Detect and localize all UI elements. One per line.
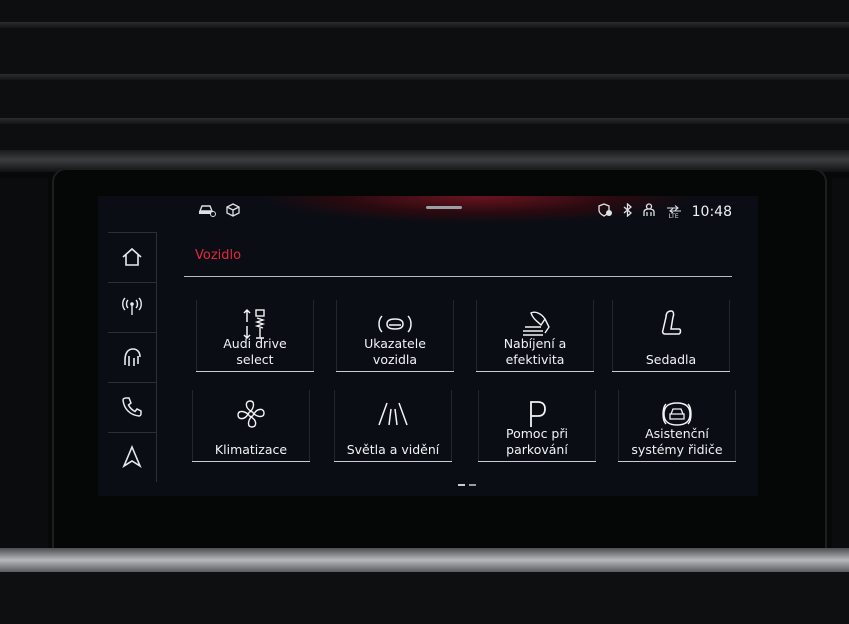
nav-rail bbox=[108, 232, 157, 482]
tile-label-line1: Audi drive bbox=[223, 336, 287, 351]
package-icon[interactable] bbox=[226, 203, 240, 221]
left-panel bbox=[0, 178, 48, 548]
tile-label-line2: select bbox=[236, 352, 274, 367]
shield-icon bbox=[597, 203, 613, 221]
tile-label-line2: Světla a vidění bbox=[346, 442, 440, 457]
assistance-icon bbox=[662, 402, 692, 426]
vent-slat bbox=[0, 74, 849, 80]
header-divider bbox=[184, 276, 732, 277]
infotainment-screen: LTE 10:48 Vozidlo Audi drive select Ukaza… bbox=[98, 196, 758, 496]
tile-label-line2: parkování bbox=[506, 442, 568, 457]
tile-label-line2: efektivita bbox=[505, 352, 565, 367]
clock: 10:48 bbox=[691, 204, 732, 220]
right-panel bbox=[832, 178, 849, 548]
nav-radio[interactable] bbox=[108, 282, 156, 331]
phone-icon bbox=[122, 397, 142, 417]
drawer-handle[interactable] bbox=[426, 206, 462, 209]
tile-label-line1: Pomoc při bbox=[506, 426, 568, 441]
tile-asistencni-systemy-ridice[interactable]: Asistenční systémy řidiče bbox=[618, 390, 736, 462]
section-title: Vozidlo bbox=[195, 248, 242, 263]
tile-audi-drive-select[interactable]: Audi drive select bbox=[196, 300, 314, 372]
car-status-icon[interactable] bbox=[198, 203, 216, 221]
signal-lte-icon: LTE bbox=[666, 204, 682, 220]
lower-console bbox=[0, 572, 849, 624]
vent-slat bbox=[0, 22, 849, 28]
air-vent bbox=[0, 0, 849, 150]
nav-navigation[interactable] bbox=[108, 432, 156, 481]
seat-icon bbox=[661, 310, 682, 335]
lte-label: LTE bbox=[668, 212, 679, 220]
lights-icon bbox=[378, 402, 408, 426]
status-bar: LTE 10:48 bbox=[98, 196, 758, 226]
nav-music[interactable] bbox=[108, 332, 156, 381]
tile-label-line1: Asistenční bbox=[645, 426, 709, 441]
person-icon bbox=[642, 203, 656, 221]
page-dot bbox=[469, 484, 476, 486]
tile-svetla-a-videni[interactable]: Světla a vidění bbox=[334, 390, 452, 462]
nav-home[interactable] bbox=[108, 232, 156, 281]
bluetooth-icon bbox=[623, 202, 632, 221]
parking-icon bbox=[530, 401, 546, 427]
tile-label-line2: Sedadla bbox=[645, 352, 697, 367]
home-icon bbox=[122, 247, 142, 266]
tile-label-line2: systémy řidiče bbox=[631, 442, 723, 457]
nav-phone[interactable] bbox=[108, 382, 156, 431]
chrome-trim bbox=[0, 548, 849, 572]
navigation-icon bbox=[122, 445, 142, 469]
fan-icon bbox=[237, 400, 265, 428]
page-dot-active bbox=[458, 484, 465, 486]
tile-label-line1: Nabíjení a bbox=[503, 336, 567, 351]
tile-nabijeni-a-efektivita[interactable]: Nabíjení a efektivita bbox=[476, 300, 594, 372]
tile-label-line2: Klimatizace bbox=[214, 442, 288, 457]
tile-ukazatele-vozidla[interactable]: Ukazatele vozidla bbox=[336, 300, 454, 372]
vent-slat bbox=[0, 118, 849, 124]
tile-label-line1: Ukazatele bbox=[364, 336, 426, 351]
page-indicator[interactable] bbox=[458, 484, 476, 486]
tile-label-line2: vozidla bbox=[372, 352, 418, 367]
radio-icon bbox=[122, 297, 142, 315]
tile-klimatizace[interactable]: Klimatizace bbox=[192, 390, 310, 462]
tile-sedadla[interactable]: Sedadla bbox=[612, 300, 730, 372]
car-indicator-icon bbox=[378, 315, 412, 333]
charging-icon bbox=[523, 311, 550, 336]
tile-pomoc-pri-parkovani[interactable]: Pomoc při parkování bbox=[478, 390, 596, 462]
music-icon bbox=[124, 348, 141, 366]
